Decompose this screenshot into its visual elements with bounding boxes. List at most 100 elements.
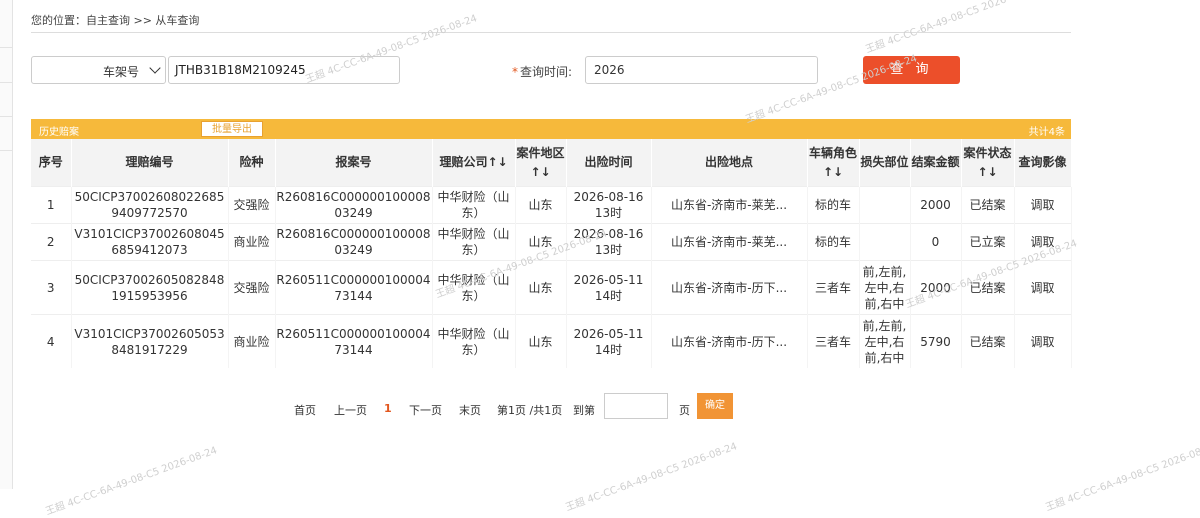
page-number-input[interactable]: [604, 393, 668, 419]
fetch-image-link[interactable]: 调取: [1014, 260, 1072, 315]
cell-damage-parts: 前,左前,左中,右前,右中: [859, 314, 911, 368]
record-count: 共计4条: [1028, 127, 1065, 138]
cell-index: 2: [31, 223, 72, 261]
cell-time: 2026-08-16 13时: [566, 223, 652, 261]
table-row: 2 V3101CICP370026080456859412073 商业险 R26…: [31, 223, 1072, 261]
cell-insurance-type: 商业险: [228, 314, 276, 368]
cell-index: 4: [31, 314, 72, 368]
claims-grid: 序号 理赔编号 险种 报案号 理赔公司↑↓ 案件地区↑↓ 出险时间 出险地点 车…: [31, 139, 1072, 368]
table-title-bar: 历史赔案 批量导出 共计4条: [31, 119, 1071, 139]
fetch-image-link[interactable]: 调取: [1014, 186, 1072, 224]
cell-amount: 2000: [910, 186, 962, 224]
field-type-value: 车架号: [102, 65, 139, 79]
column-header: 出险时间: [566, 139, 652, 187]
cell-index: 1: [31, 186, 72, 224]
cell-report-no: R260511C00000010000473144: [275, 314, 433, 368]
cell-time: 2026-08-16 13时: [566, 186, 652, 224]
fetch-image-link[interactable]: 调取: [1014, 314, 1072, 368]
left-sidebar-edge: [0, 0, 13, 489]
batch-export-button[interactable]: 批量导出: [201, 121, 263, 137]
query-time-label: * 查询时间:: [512, 63, 572, 80]
current-page: 1: [384, 402, 392, 415]
go-button[interactable]: 确定: [697, 393, 733, 419]
cell-status: 已结案: [961, 314, 1015, 368]
last-page-link[interactable]: 末页: [459, 402, 481, 418]
fetch-image-link[interactable]: 调取: [1014, 223, 1072, 261]
cell-report-no: R260816C00000010000803249: [275, 186, 433, 224]
header-divider: [31, 32, 1071, 33]
column-header: 出险地点: [651, 139, 808, 187]
cell-report-no: R260511C00000010000473144: [275, 260, 433, 315]
query-time-label-text: 查询时间:: [520, 65, 573, 79]
cell-company: 中华财险（山东）: [432, 186, 516, 224]
cell-region: 山东: [515, 186, 567, 224]
cell-damage-parts: 前,左前,左中,右前,右中: [859, 260, 911, 315]
cell-amount: 0: [910, 223, 962, 261]
column-header-sortable[interactable]: 车辆角色↑↓: [807, 139, 860, 187]
column-header: 报案号: [275, 139, 433, 187]
cell-amount: 5790: [910, 314, 962, 368]
column-header-sortable[interactable]: 理赔公司↑↓: [432, 139, 516, 187]
cell-amount: 2000: [910, 260, 962, 315]
breadcrumb: 您的位置：自主查询 >> 从车查询: [31, 14, 200, 27]
cell-time: 2026-05-11 14时: [566, 260, 652, 315]
sidebar-divider: [0, 47, 12, 48]
cell-index: 3: [31, 260, 72, 315]
cell-damage-parts: [859, 223, 911, 261]
watermark: 王超 4C-CC-6A-49-08-C5 2026-08-24: [1044, 441, 1200, 514]
watermark: 王超 4C-CC-6A-49-08-C5 2026-08-24: [864, 0, 1039, 56]
column-header-sortable[interactable]: 案件状态↑↓: [961, 139, 1015, 187]
sidebar-divider: [0, 150, 12, 151]
cell-insurance-type: 交强险: [228, 260, 276, 315]
next-page-link[interactable]: 下一页: [409, 402, 442, 418]
cell-region: 山东: [515, 314, 567, 368]
cell-claim-no: V3101CICP370026080456859412073: [71, 223, 229, 261]
cell-claim-no: V3101CICP370026050538481917229: [71, 314, 229, 368]
column-header: 查询影像: [1014, 139, 1072, 187]
sidebar-divider: [0, 116, 12, 117]
column-header: 序号: [31, 139, 72, 187]
cell-insurance-type: 商业险: [228, 223, 276, 261]
field-type-select[interactable]: 车架号: [31, 56, 166, 84]
cell-company: 中华财险（山东）: [432, 223, 516, 261]
table-row: 3 50CICP370026050828481915953956 交强险 R26…: [31, 260, 1072, 315]
table-row: 1 50CICP370026080226859409772570 交强险 R26…: [31, 186, 1072, 224]
query-button[interactable]: 查 询: [863, 56, 960, 84]
column-header: 理赔编号: [71, 139, 229, 187]
prev-page-link[interactable]: 上一页: [334, 402, 367, 418]
goto-label: 到第: [573, 404, 595, 417]
query-time-select[interactable]: 2026: [585, 56, 818, 84]
watermark: 王超 4C-CC-6A-49-08-C5 2026-08-24: [44, 445, 219, 518]
cell-location: 山东省-济南市-莱芜...: [651, 223, 808, 261]
cell-vehicle-role: 三者车: [807, 260, 860, 315]
first-page-link[interactable]: 首页: [294, 402, 316, 418]
table-section-title: 历史赔案: [39, 127, 79, 138]
column-header: 结案金额: [910, 139, 962, 187]
history-claims-table: 历史赔案 批量导出 共计4条 序号 理赔编号 险种 报案号 理赔公司↑↓ 案件地…: [31, 119, 1072, 368]
cell-region: 山东: [515, 260, 567, 315]
cell-vehicle-role: 标的车: [807, 186, 860, 224]
page-info: 第1页 /共1页: [497, 404, 563, 417]
vin-input[interactable]: JTHB31B18M2109245: [168, 56, 400, 84]
page-unit-label: 页: [679, 404, 690, 417]
column-header-sortable[interactable]: 案件地区↑↓: [515, 139, 567, 187]
cell-insurance-type: 交强险: [228, 186, 276, 224]
table-row: 4 V3101CICP370026050538481917229 商业险 R26…: [31, 314, 1072, 368]
cell-location: 山东省-济南市-历下...: [651, 314, 808, 368]
cell-company: 中华财险（山东）: [432, 314, 516, 368]
column-header: 损失部位: [859, 139, 911, 187]
cell-location: 山东省-济南市-历下...: [651, 260, 808, 315]
cell-location: 山东省-济南市-莱芜...: [651, 186, 808, 224]
cell-time: 2026-05-11 14时: [566, 314, 652, 368]
table-header-row: 序号 理赔编号 险种 报案号 理赔公司↑↓ 案件地区↑↓ 出险时间 出险地点 车…: [31, 139, 1072, 187]
cell-status: 已结案: [961, 186, 1015, 224]
cell-claim-no: 50CICP370026050828481915953956: [71, 260, 229, 315]
column-header: 险种: [228, 139, 276, 187]
cell-report-no: R260816C00000010000803249: [275, 223, 433, 261]
cell-company: 中华财险（山东）: [432, 260, 516, 315]
watermark: 王超 4C-CC-6A-49-08-C5 2026-08-24: [564, 441, 739, 514]
required-mark: *: [512, 65, 518, 79]
chevron-down-icon: [149, 62, 161, 74]
cell-damage-parts: [859, 186, 911, 224]
cell-vehicle-role: 标的车: [807, 223, 860, 261]
